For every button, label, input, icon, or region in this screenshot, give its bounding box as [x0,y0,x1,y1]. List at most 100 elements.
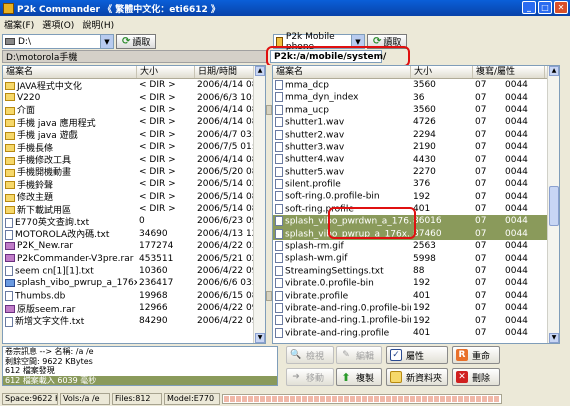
minimize-button[interactable]: _ [522,1,536,14]
table-row[interactable]: splash_vibo_pwrup_a_176x... 236417 2006/6/… [3,277,265,289]
column-name[interactable]: 檔案名 [3,66,137,78]
table-row[interactable]: vibrate-and-ring.0.profile-bin 192 07 0044 [273,302,559,314]
cell-attr: 0044 [505,191,528,202]
menu-help[interactable]: 說明(H) [82,18,114,31]
table-row[interactable]: seem cn[1][1].txt 10360 2006/4/22 09: [3,265,265,277]
left-drive-bar: D:\ ▼ ⟳ 讀取 [2,34,157,49]
table-row[interactable]: V220 < DIR > 2006/6/3 10:59 [3,91,265,103]
table-row[interactable]: StreamingSettings.txt 88 07 0044 [273,265,559,277]
file-icon [275,216,283,227]
progress-block [326,396,331,402]
table-row[interactable]: shutter2.wav 2294 07 0044 [273,129,559,141]
table-row[interactable]: mma_ucp 3560 07 0044 [273,104,559,116]
menu-bar: 檔案(F) 選項(O) 說明(H) [0,16,570,32]
scroll-thumb[interactable] [549,186,559,226]
delete-button[interactable]: ✕ 刪除 [452,368,500,386]
file-icon [275,228,283,239]
table-row[interactable]: 手機長條 < DIR > 2006/7/5 01:0 [3,141,265,154]
left-drive-select[interactable]: D:\ ▼ [2,34,114,49]
table-row[interactable]: splash_vibo_pwrup_a_176x... 87460 07 0044 [273,227,559,241]
column-date[interactable]: 日期/時間 [195,66,255,78]
progress-block [410,396,415,402]
file-icon [275,117,283,128]
left-refresh-button[interactable]: ⟳ 讀取 [116,34,157,49]
move-label: 移動 [306,373,325,384]
table-row[interactable]: vibrate.0.profile-bin 192 07 0044 [273,277,559,289]
delete-x-icon: ✕ [456,371,468,383]
table-row[interactable]: P2K_New.rar 177274 2006/4/22 03: [3,240,265,252]
table-row[interactable]: shutter1.wav 4726 07 0044 [273,116,559,128]
progress-block [446,396,451,402]
copy-button[interactable]: ⬆ 複製 [336,368,382,386]
cell-date: 2006/4/14 08:5 [197,80,255,91]
cell-date: 2006/5/21 02: [197,253,255,264]
table-row[interactable]: mma_dyn_index 36 07 0044 [273,91,559,103]
column-attrs[interactable]: 複寫/屬性 [473,66,545,78]
column-size[interactable]: 大小 [137,66,195,78]
table-row[interactable]: 新增文字文件.txt 84290 2006/4/22 09: [3,314,265,327]
window-controls: _ □ ✕ [522,1,568,14]
table-row[interactable]: P2kCommander-V3pre.rar 453511 2006/5/21 02… [3,252,265,264]
table-row[interactable]: JAVA程式中文化 < DIR > 2006/4/14 08:5 [3,79,265,92]
table-row[interactable]: 介面< DIR > 2006/4/14 08:5 [3,104,265,116]
move-button[interactable]: ➜ 移動 [286,368,334,386]
file-name: shutter3.wav [285,142,345,153]
table-row[interactable]: 修改主題 < DIR > 2006/5/14 08: [3,191,265,203]
file-icon [275,278,283,289]
menu-options[interactable]: 選項(O) [42,18,74,31]
table-row[interactable]: 手機 java 應用程式< DIR > 2006/4/14 08:5 [3,116,265,129]
cell-rewrite: 07 [475,266,487,277]
table-row[interactable]: vibrate-and-ring.1.profile-bin 192 07 0044 [273,314,559,326]
rename-button[interactable]: R 重命 [452,346,500,364]
scroll-down-arrow[interactable]: ▼ [255,333,265,343]
table-row[interactable]: shutter5.wav 2270 07 0044 [273,166,559,178]
table-row[interactable]: 手機鈴聲 < DIR > 2006/5/14 02: [3,178,265,191]
table-row[interactable]: 手機開機動畫 < DIR > 2006/5/20 08: [3,166,265,178]
table-row[interactable]: E770英文查詢.txt 0 2006/6/23 09: [3,215,265,228]
folder-icon [5,131,15,140]
maximize-button[interactable]: □ [538,1,552,14]
chevron-down-icon[interactable]: ▼ [100,35,113,48]
table-row[interactable]: MOTOROLA改內碼.txt 34690 2006/4/13 12: [3,228,265,240]
view-button[interactable]: 🔍 檢視 [286,346,334,364]
cell-size: 88 [413,266,425,277]
table-row[interactable]: 手機 java 遊戲 < DIR > 2006/4/7 03:0 [3,129,265,141]
table-row[interactable]: mma_dcp 3560 07 0044 [273,79,559,91]
table-row[interactable]: silent.profile 376 07 0044 [273,178,559,190]
table-row[interactable]: Thumbs.db 19968 2006/6/15 08: [3,290,265,302]
table-row[interactable]: 新下載試用區 < DIR > 2006/5/14 08: [3,203,265,216]
table-row[interactable]: vibrate.profile 401 07 0044 [273,290,559,302]
scroll-up-arrow[interactable]: ▲ [255,66,265,76]
edit-button[interactable]: ✎ 編輯 [336,346,382,364]
column-size[interactable]: 大小 [411,66,473,78]
table-row[interactable]: 原版seem.rar 12966 2006/4/22 09: [3,302,265,315]
new-folder-button[interactable]: 新資料夾 [386,368,448,386]
scroll-down-arrow[interactable]: ▼ [549,333,559,343]
cell-name: P2kCommander-V3pre.rar [3,254,137,264]
table-row[interactable]: soft-ring.0.profile-bin 192 07 0044 [273,191,559,203]
close-button[interactable]: ✕ [554,1,568,14]
properties-button[interactable]: ✓ 屬性 [386,346,448,364]
file-name: soft-ring.0.profile-bin [285,191,380,202]
table-row[interactable]: soft-ring.profile 401 07 0044 [273,203,559,215]
menu-file[interactable]: 檔案(F) [4,18,34,31]
table-row[interactable]: splash_vibo_pwrdwn_a_176... 86016 07 0044 [273,215,559,228]
table-row[interactable]: shutter4.wav 4430 07 0044 [273,153,559,165]
scroll-up-arrow[interactable]: ▲ [549,66,559,76]
progress-block [242,396,247,402]
cell-name: vibrate.0.profile-bin [273,278,411,289]
left-scrollbar[interactable]: ▲ ▼ [253,66,265,343]
table-row[interactable]: vibrate-and-ring.profile 401 07 0044 [273,327,559,339]
progress-block [272,396,277,402]
progress-block [434,396,439,402]
table-row[interactable]: 手機修改工具< DIR > 2006/4/14 08:5 [3,153,265,166]
column-name[interactable]: 檔案名 [273,66,411,78]
table-row[interactable]: splash-rm.gif 2563 07 0044 [273,240,559,252]
progress-block [302,396,307,402]
table-row[interactable]: shutter3.wav 2190 07 0044 [273,141,559,153]
right-scrollbar[interactable]: ▲ ▼ [547,66,559,343]
cell-date: 2006/5/14 08: [197,191,255,202]
cell-size: 192 [413,278,431,289]
table-row[interactable]: splash-wm.gif 5998 07 0044 [273,252,559,264]
view-label: 檢視 [306,351,325,362]
